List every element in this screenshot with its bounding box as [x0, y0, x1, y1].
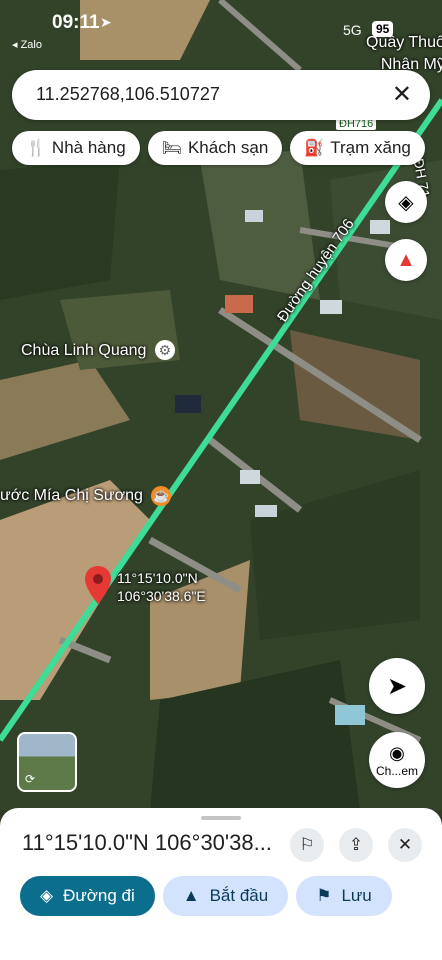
pin-coordinates: 11°15'10.0"N 106°30'38.6"E	[117, 570, 206, 604]
chip-restaurants[interactable]: 🍴 Nhà hàng	[12, 131, 140, 165]
chip-hotels[interactable]: 🛏 Khách sạn	[147, 131, 283, 165]
share-icon: ⇪	[348, 835, 364, 854]
bookmark-icon: ⚑	[316, 886, 332, 905]
camera-search-button[interactable]: ◉ Ch...em	[369, 732, 425, 788]
status-bar: 09:11 ➤ ◂ Zalo 5G 95	[0, 8, 442, 51]
chip-label: Khách sạn	[187, 138, 269, 157]
poi-cafe-label: ước Mía Chị Sương	[0, 487, 143, 504]
compass-button[interactable]: ▲	[385, 239, 427, 281]
layers-icon: ◈	[398, 191, 414, 214]
bottom-sheet[interactable]: 11°15'10.0"N 106°30'38... ⚐ ⇪ ✕ ◈ Đường đ…	[0, 808, 442, 960]
street-view-thumbnail[interactable]: ⟳	[17, 732, 77, 792]
temple-icon: ⚙	[154, 340, 175, 360]
layers-button[interactable]: ◈	[385, 181, 427, 223]
close-sheet-button[interactable]: ✕	[388, 828, 422, 862]
poi-temple-label: Chùa Linh Quang	[21, 342, 147, 359]
poi-cafe[interactable]: ước Mía Chị Sương ☕	[0, 486, 172, 506]
button-label: Bắt đầu	[209, 886, 269, 905]
compass-icon: ▲	[396, 248, 416, 271]
search-query[interactable]: 11.252768,106.510727	[36, 84, 220, 105]
camera-icon: ◉	[389, 742, 405, 763]
clock: 09:11	[52, 12, 100, 33]
close-icon[interactable]: ✕	[392, 80, 412, 109]
navigate-start-icon: ▲	[182, 886, 200, 905]
camera-label: Ch...em	[375, 763, 418, 778]
back-to-app[interactable]: ◂ Zalo	[12, 38, 42, 51]
battery-indicator: 95	[372, 21, 394, 37]
street-view-icon: ⟳	[25, 772, 36, 786]
button-label: Đường đi	[63, 886, 135, 905]
my-location-button[interactable]: ➤	[369, 658, 425, 714]
gas-station-icon: ⛽	[304, 140, 325, 157]
location-arrow-icon: ➤	[100, 14, 112, 30]
action-buttons: ◈ Đường đi ▲ Bắt đầu ⚑ Lưu	[20, 876, 400, 916]
chip-gas-stations[interactable]: ⛽ Trạm xăng	[290, 131, 425, 165]
navigation-arrow-icon: ➤	[386, 672, 408, 700]
save-icon-button[interactable]: ⚐	[290, 828, 324, 862]
chip-label: Nhà hàng	[51, 138, 126, 157]
sheet-drag-handle[interactable]	[201, 816, 241, 820]
network-indicator: 5G	[343, 22, 362, 38]
share-button[interactable]: ⇪	[339, 828, 373, 862]
button-label: Lưu	[341, 886, 372, 905]
save-button[interactable]: ⚑ Lưu	[296, 876, 392, 916]
search-bar[interactable]: 11.252768,106.510727 ✕	[12, 70, 430, 120]
chip-label: Trạm xăng	[330, 138, 411, 157]
cafe-icon: ☕	[151, 486, 172, 506]
hotel-icon: 🛏	[161, 140, 182, 157]
directions-button[interactable]: ◈ Đường đi	[20, 876, 155, 916]
directions-icon: ◈	[40, 886, 54, 905]
location-pin-icon[interactable]	[85, 566, 111, 604]
poi-temple[interactable]: Chùa Linh Quang ⚙	[21, 340, 175, 360]
place-title: 11°15'10.0"N 106°30'38...	[22, 830, 272, 855]
category-chips: 🍴 Nhà hàng 🛏 Khách sạn ⛽ Trạm xăng	[12, 131, 433, 165]
start-button[interactable]: ▲ Bắt đầu	[162, 876, 289, 916]
restaurant-icon: 🍴	[26, 140, 46, 157]
close-icon: ✕	[397, 835, 413, 854]
bookmark-icon: ⚐	[299, 835, 315, 854]
